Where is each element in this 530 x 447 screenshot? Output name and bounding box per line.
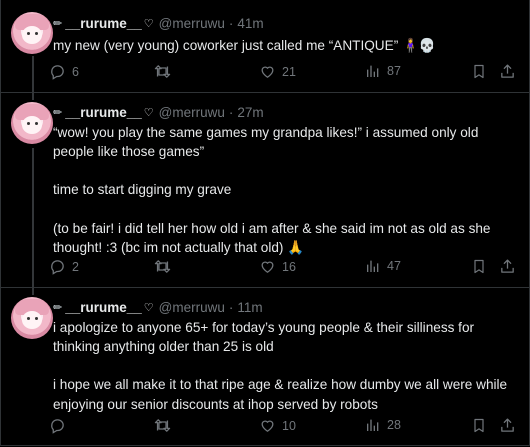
bookmark-button[interactable] — [471, 417, 487, 434]
action-bar: 10 28 — [49, 417, 519, 437]
handle[interactable]: @merruwu — [159, 105, 225, 120]
separator: · — [228, 299, 234, 315]
separator: · — [228, 15, 234, 31]
view-count: 28 — [387, 418, 401, 432]
thread-line — [32, 287, 34, 295]
timestamp[interactable]: 11m — [237, 300, 262, 315]
like-button[interactable]: 21 — [259, 63, 296, 80]
action-bar: 6 21 87 — [49, 63, 519, 83]
separator: · — [228, 104, 234, 120]
share-button[interactable] — [499, 63, 516, 80]
display-name[interactable]: __rurume__ — [65, 300, 142, 315]
display-name[interactable]: __rurume__ — [65, 105, 142, 120]
tweet[interactable]: ✏ __rurume__ ♡ @merruwu · 41m my new (ve… — [1, 0, 529, 93]
retweet-icon — [154, 65, 171, 78]
views-icon — [367, 65, 379, 77]
reply-icon — [51, 260, 64, 275]
timeline: ✏ __rurume__ ♡ @merruwu · 41m my new (ve… — [0, 0, 530, 446]
share-icon — [501, 64, 514, 78]
tweet-header: ✏ __rurume__ ♡ @merruwu · 11m — [53, 298, 263, 316]
retweet-button[interactable] — [153, 258, 178, 275]
tweet[interactable]: ✏ __rurume__ ♡ @merruwu · 27m “wow! you … — [1, 92, 529, 288]
views-button[interactable]: 47 — [365, 258, 401, 274]
views-button[interactable]: 28 — [365, 417, 401, 433]
heart-icon — [261, 261, 274, 273]
tweet-header: ✏ __rurume__ ♡ @merruwu · 41m — [53, 14, 264, 32]
tweet-text: i apologize to anyone 65+ for today’s yo… — [53, 318, 518, 414]
share-icon — [501, 259, 514, 273]
reply-icon — [51, 65, 64, 80]
thread-line — [32, 56, 34, 92]
reply-button[interactable]: 6 — [49, 63, 79, 80]
thread-line — [32, 92, 34, 100]
views-button[interactable]: 87 — [365, 63, 401, 79]
reply-icon — [51, 419, 64, 434]
like-count: 10 — [282, 418, 296, 433]
view-count: 47 — [387, 259, 401, 273]
bookmark-button[interactable] — [471, 63, 487, 80]
like-button[interactable]: 10 — [259, 417, 296, 434]
action-bar: 2 16 47 — [49, 258, 519, 278]
heart-icon — [261, 420, 274, 432]
retweet-button[interactable] — [153, 63, 178, 80]
bookmark-button[interactable] — [471, 258, 487, 275]
tweet-line: time to start digging my grave — [53, 182, 232, 198]
tweet-line: (to be fair! i did tell her how old i am… — [53, 220, 491, 255]
heart-badge-icon: ♡ — [143, 17, 154, 30]
bookmark-icon — [474, 418, 484, 433]
reply-button[interactable]: 2 — [49, 258, 79, 275]
handle[interactable]: @merruwu — [159, 300, 225, 315]
pencil-icon: ✏ — [53, 17, 63, 30]
share-button[interactable] — [499, 258, 516, 275]
display-name[interactable]: __rurume__ — [65, 16, 142, 31]
avatar[interactable] — [11, 12, 53, 54]
bookmark-icon — [474, 64, 484, 79]
timestamp[interactable]: 27m — [237, 105, 263, 120]
like-count: 16 — [282, 259, 296, 274]
thread-line — [32, 148, 34, 287]
heart-badge-icon: ♡ — [143, 106, 154, 119]
retweet-button[interactable] — [153, 417, 178, 434]
like-button[interactable]: 16 — [259, 258, 296, 275]
tweet-line: i apologize to anyone 65+ for today’s yo… — [53, 320, 475, 355]
avatar[interactable] — [11, 297, 53, 339]
share-icon — [501, 418, 514, 432]
bookmark-icon — [474, 259, 484, 274]
like-count: 21 — [282, 64, 296, 79]
avatar[interactable] — [11, 102, 53, 144]
timestamp[interactable]: 41m — [237, 16, 263, 31]
tweet-text: “wow! you play the same games my grandpa… — [53, 123, 518, 257]
retweet-icon — [154, 419, 171, 432]
tweet[interactable]: ✏ __rurume__ ♡ @merruwu · 11m i apologiz… — [1, 287, 529, 445]
heart-icon — [261, 66, 274, 78]
views-icon — [367, 419, 379, 431]
pencil-icon: ✏ — [53, 301, 63, 314]
share-button[interactable] — [499, 417, 516, 434]
heart-badge-icon: ♡ — [143, 301, 154, 314]
view-count: 87 — [387, 64, 401, 78]
views-icon — [367, 260, 379, 272]
reply-count: 6 — [72, 64, 79, 79]
reply-count: 2 — [72, 259, 79, 274]
tweet-header: ✏ __rurume__ ♡ @merruwu · 27m — [53, 103, 264, 121]
tweet-line: i hope we all make it to that ripe age &… — [53, 377, 508, 412]
tweet-text: my new (very young) coworker just called… — [53, 36, 518, 55]
tweet-line: my new (very young) coworker just called… — [53, 38, 436, 53]
tweet-line: “wow! you play the same games my grandpa… — [53, 125, 479, 160]
reply-button[interactable] — [49, 417, 72, 434]
pencil-icon: ✏ — [53, 106, 63, 119]
retweet-icon — [154, 260, 171, 273]
handle[interactable]: @merruwu — [159, 16, 225, 31]
